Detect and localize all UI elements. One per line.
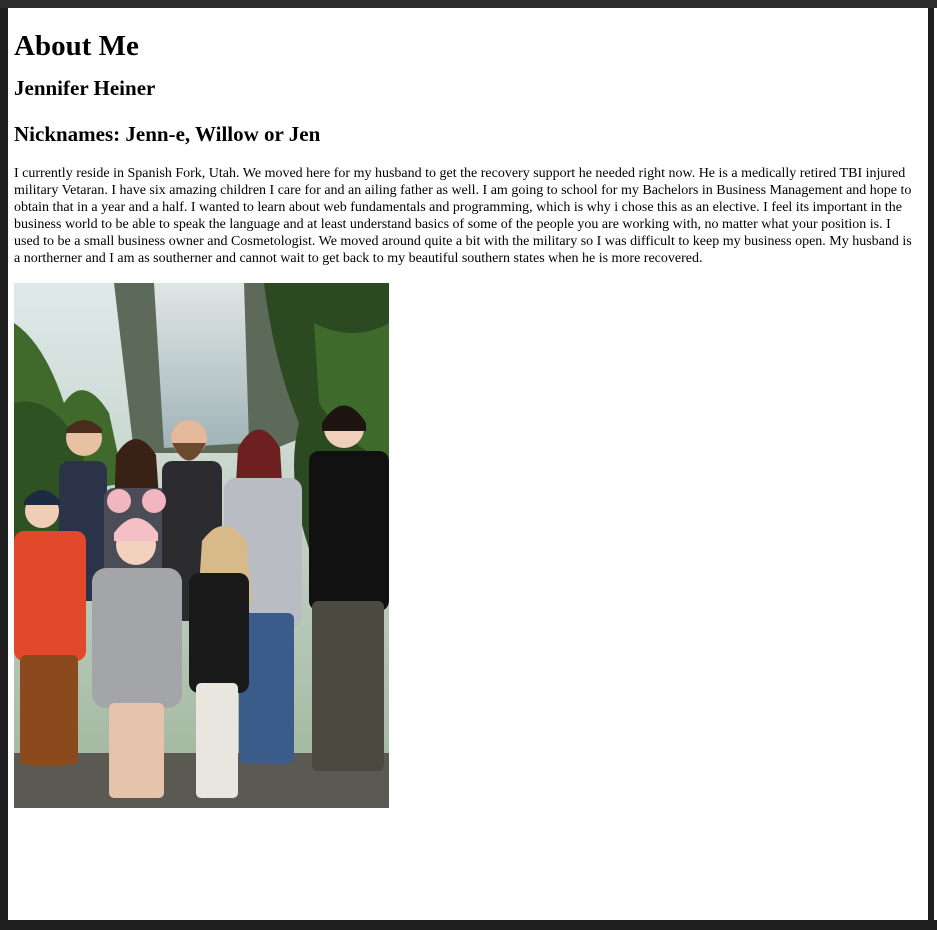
status-bar bbox=[0, 920, 937, 930]
bio-paragraph: I currently reside in Spanish Fork, Utah… bbox=[14, 166, 912, 266]
editor-window: About Me Jennifer Heiner Nicknames: Jenn… bbox=[0, 0, 937, 930]
scroll-edge bbox=[928, 8, 937, 920]
browser-preview: About Me Jennifer Heiner Nicknames: Jenn… bbox=[8, 8, 928, 920]
about-page: About Me Jennifer Heiner Nicknames: Jenn… bbox=[8, 29, 928, 808]
nicknames-heading: Nicknames: Jenn-e, Willow or Jen bbox=[14, 122, 321, 146]
author-name: Jennifer Heiner bbox=[14, 76, 156, 100]
page-title: About Me bbox=[14, 30, 139, 62]
family-photo bbox=[14, 283, 389, 808]
window-top-strip bbox=[0, 0, 937, 8]
